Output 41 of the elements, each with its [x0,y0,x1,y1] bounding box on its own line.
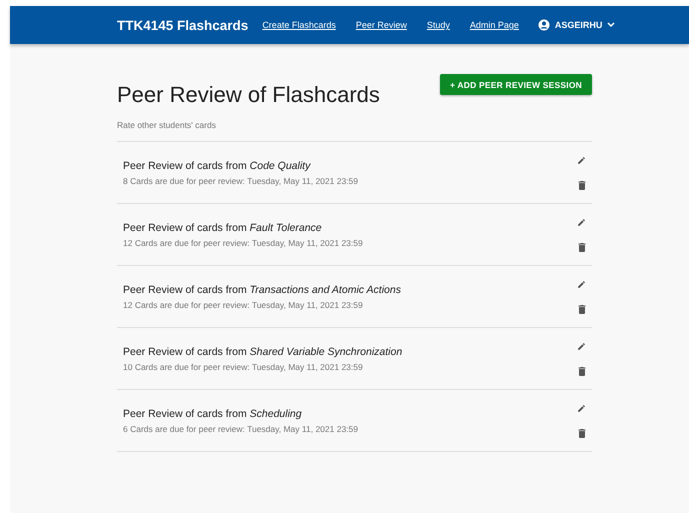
nav-link[interactable]: Study [426,20,450,30]
delete-button[interactable] [578,366,586,376]
edit-button[interactable] [577,404,586,412]
edit-button[interactable] [577,280,586,288]
session-title: Peer Review of cards from Code Quality [123,160,312,172]
delete-button[interactable] [578,242,586,252]
edit-button[interactable] [577,342,586,350]
session-title: Peer Review of cards from Fault Tolerance [123,222,323,234]
nav-link[interactable]: Admin Page [470,20,519,30]
edit-button[interactable] [577,156,586,164]
pencil-icon [577,404,586,412]
page-title: Peer Review of Flashcards [117,82,380,108]
due-text: 8 Cards are due for peer review: Tuesday, May 11, 2021 23:59 [123,176,359,186]
session-title: Peer Review of cards from Transactions and Atomic Actions [123,284,402,296]
due-text: 10 Cards are due for peer review: Tuesday, May 11, 2021 23:59 [123,362,364,372]
add-session-button[interactable]: + ADD PEER REVIEW SESSION [440,74,592,95]
nav-link[interactable]: Peer Review [356,20,407,30]
trash-icon [578,428,586,438]
app-title: TTK4145 Flashcards [117,18,248,32]
edit-button[interactable] [577,218,586,226]
due-text: 12 Cards are due for peer review: Tuesday, May 11, 2021 23:59 [123,300,364,310]
pencil-icon [577,218,586,226]
account-icon [538,19,550,31]
nav-link[interactable]: Create Flashcards [262,20,336,30]
trash-icon [578,304,586,314]
due-text: 12 Cards are due for peer review: Tuesday, May 11, 2021 23:59 [123,238,364,248]
session-title: Peer Review of cards from Shared Variable Synchronization [123,346,404,358]
user-menu[interactable]: ASGEIRHU [538,19,616,31]
page-subtitle: Rate other students' cards [117,120,217,130]
due-text: 6 Cards are due for peer review: Tuesday, May 11, 2021 23:59 [123,424,359,434]
trash-icon [578,180,586,190]
chevron-down-icon [607,22,616,28]
session-title: Peer Review of cards from Scheduling [123,408,303,420]
delete-button[interactable] [578,304,586,314]
delete-button[interactable] [578,180,586,190]
pencil-icon [577,156,586,164]
pencil-icon [577,280,586,288]
trash-icon [578,242,586,252]
pencil-icon [577,342,586,350]
delete-button[interactable] [578,428,586,438]
trash-icon [578,366,586,376]
